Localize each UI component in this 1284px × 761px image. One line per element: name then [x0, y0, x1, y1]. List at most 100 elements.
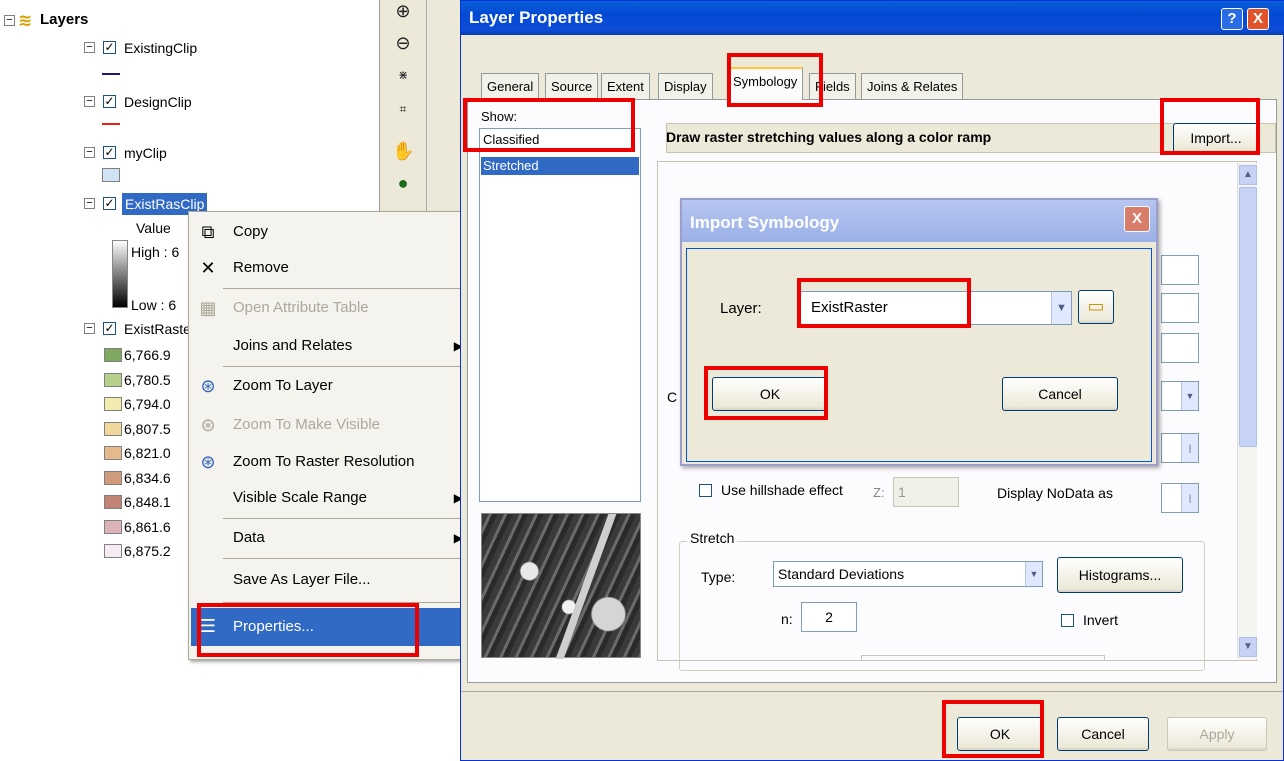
- fixed-zoom-in-icon[interactable]: ⋇: [392, 64, 414, 86]
- menu-separator: [223, 558, 463, 559]
- raster-class-swatch: [104, 470, 122, 485]
- menu-item-open-attribute-table[interactable]: ▦ Open Attribute Table: [191, 290, 467, 326]
- browse-folder-icon[interactable]: ▭: [1078, 290, 1114, 324]
- raster-class-label: 6,807.5: [124, 420, 171, 437]
- color-ramp-combo[interactable]: ▼: [1161, 381, 1199, 411]
- menu-item-zoom-to-make-visible[interactable]: ⊛ Zoom To Make Visible: [191, 407, 467, 443]
- collapse-layers-toggle[interactable]: −: [4, 15, 15, 26]
- import-symbology-dialog: Import Symbology X Layer: ExistRaster ▼ …: [680, 198, 1158, 466]
- tab-source[interactable]: Source: [545, 73, 599, 99]
- n-label: n:: [781, 611, 793, 627]
- tab-general[interactable]: General: [481, 73, 540, 99]
- layer-properties-titlebar[interactable]: Layer Properties: [461, 1, 1284, 35]
- menu-separator: [223, 366, 463, 367]
- combo-arrow-icon: ▼: [1025, 562, 1042, 586]
- close-button[interactable]: X: [1247, 8, 1269, 30]
- nodata-color-combo[interactable]: |: [1161, 483, 1199, 513]
- stretch-group-label: Stretch: [687, 530, 738, 546]
- layer-myclip-label[interactable]: myClip: [124, 142, 167, 164]
- menu-separator: [223, 288, 463, 289]
- raster-class-label: 6,794.0: [124, 396, 171, 412]
- histograms-button[interactable]: Histograms...: [1057, 557, 1183, 593]
- designclip-line-symbol: [102, 123, 120, 125]
- combo-arrow-icon: |: [1181, 484, 1198, 512]
- invert-checkbox[interactable]: [1061, 614, 1074, 627]
- import-close-button[interactable]: X: [1124, 206, 1150, 232]
- fixed-zoom-out-icon[interactable]: ⌗: [392, 98, 414, 120]
- raster-class-label: 6,875.2: [124, 543, 171, 559]
- hillshade-label: Use hillshade effect: [721, 482, 843, 498]
- zoom-out-icon[interactable]: ⊖: [392, 32, 414, 54]
- collapse-existrasclip-toggle[interactable]: −: [84, 198, 95, 209]
- help-button[interactable]: ?: [1221, 8, 1243, 30]
- settings-scrollbar[interactable]: ▲ ▼: [1237, 163, 1257, 659]
- hidden-field-1[interactable]: [1161, 255, 1199, 285]
- zoom-in-icon[interactable]: ⊕: [392, 0, 414, 22]
- collapse-myclip-toggle[interactable]: −: [84, 147, 95, 158]
- dialog-separator: [461, 691, 1283, 692]
- import-cancel-button[interactable]: Cancel: [1002, 377, 1118, 411]
- show-renderer-list: Classified Stretched: [479, 128, 641, 502]
- raster-class-label: 6,861.6: [124, 518, 171, 535]
- menu-item-visible-scale-range[interactable]: Visible Scale Range ▶: [191, 480, 467, 516]
- menu-item-zoom-to-layer[interactable]: ⊛ Zoom To Layer: [191, 368, 467, 404]
- layer-existraster-label[interactable]: ExistRaster: [124, 318, 196, 340]
- show-item-stretched[interactable]: Stretched: [481, 157, 639, 175]
- raster-class-swatch: [104, 397, 122, 411]
- myclip-visibility-checkbox[interactable]: ✓: [103, 146, 116, 159]
- collapse-designclip-toggle[interactable]: −: [84, 96, 95, 107]
- collapse-existingclip-toggle[interactable]: −: [84, 42, 95, 53]
- menu-item-joins-and-relates-label: Joins and Relates: [233, 337, 353, 354]
- layer-designclip-label[interactable]: DesignClip: [124, 91, 192, 113]
- nodata-label: Display NoData as: [997, 485, 1113, 501]
- existingclip-visibility-checkbox[interactable]: ✓: [103, 41, 116, 54]
- tab-joins-relates[interactable]: Joins & Relates: [861, 73, 964, 99]
- zoom-raster-icon: ⊛: [200, 452, 216, 472]
- existraster-visibility-checkbox[interactable]: ✓: [103, 322, 116, 335]
- raster-high-label: High : 6: [131, 244, 180, 260]
- remove-icon: ✕: [200, 258, 216, 278]
- menu-item-copy[interactable]: ⧉ Copy: [191, 214, 467, 250]
- layer-context-menu: ⧉ Copy ✕ Remove ▦ Open Attribute Table J…: [188, 211, 468, 660]
- scroll-down-icon[interactable]: ▼: [1239, 637, 1257, 657]
- layers-root-label: Layers: [40, 11, 89, 28]
- designclip-visibility-checkbox[interactable]: ✓: [103, 95, 116, 108]
- highlight-layer-combo: [797, 278, 971, 328]
- apply-button[interactable]: Apply: [1167, 717, 1267, 751]
- highlight-ok-button: [942, 700, 1044, 758]
- raster-class-swatch: [104, 519, 122, 534]
- existrasclip-visibility-checkbox[interactable]: ✓: [103, 197, 116, 210]
- stretch-type-value: Standard Deviations: [778, 566, 905, 582]
- background-color-combo[interactable]: |: [1161, 433, 1199, 463]
- cancel-button[interactable]: Cancel: [1057, 717, 1149, 751]
- pan-hand-icon[interactable]: ✋: [392, 140, 414, 162]
- table-icon: ▦: [199, 298, 217, 318]
- tab-extent[interactable]: Extent: [601, 73, 650, 99]
- scroll-up-icon[interactable]: ▲: [1239, 165, 1257, 185]
- tab-display[interactable]: Display: [658, 73, 713, 99]
- menu-item-remove[interactable]: ✕ Remove: [191, 250, 467, 286]
- menu-item-data[interactable]: Data ▶: [191, 520, 467, 556]
- menu-item-zoom-to-raster-resolution-label: Zoom To Raster Resolution: [233, 453, 415, 470]
- layer-existingclip-label[interactable]: ExistingClip: [124, 37, 197, 59]
- raster-class-label: 6,834.6: [124, 469, 171, 486]
- layers-group-icon: ≋: [18, 11, 33, 30]
- collapse-existraster-toggle[interactable]: −: [84, 323, 95, 334]
- hillshade-checkbox[interactable]: [699, 484, 712, 497]
- menu-item-zoom-to-raster-resolution[interactable]: ⊛ Zoom To Raster Resolution: [191, 444, 467, 480]
- hidden-field-3[interactable]: [1161, 333, 1199, 363]
- menu-item-zoom-to-layer-label: Zoom To Layer: [233, 377, 333, 394]
- menu-item-joins-and-relates[interactable]: Joins and Relates ▶: [191, 328, 467, 364]
- z-label: Z:: [873, 485, 885, 500]
- scrollbar-thumb[interactable]: [1239, 187, 1257, 447]
- combo-arrow-icon: |: [1181, 434, 1198, 462]
- stretch-type-combo[interactable]: Standard Deviations ▼: [773, 561, 1043, 587]
- n-stddev-input[interactable]: 2: [801, 602, 857, 632]
- import-dialog-title: Import Symbology: [690, 213, 840, 232]
- menu-item-save-as-layer-file[interactable]: Save As Layer File...: [191, 562, 467, 598]
- full-extent-globe-icon[interactable]: ●: [392, 172, 414, 194]
- import-symbology-titlebar[interactable]: Import Symbology: [682, 200, 1156, 242]
- hidden-field-2[interactable]: [1161, 293, 1199, 323]
- z-factor-input[interactable]: 1: [893, 477, 959, 507]
- raster-class-swatch: [104, 348, 122, 362]
